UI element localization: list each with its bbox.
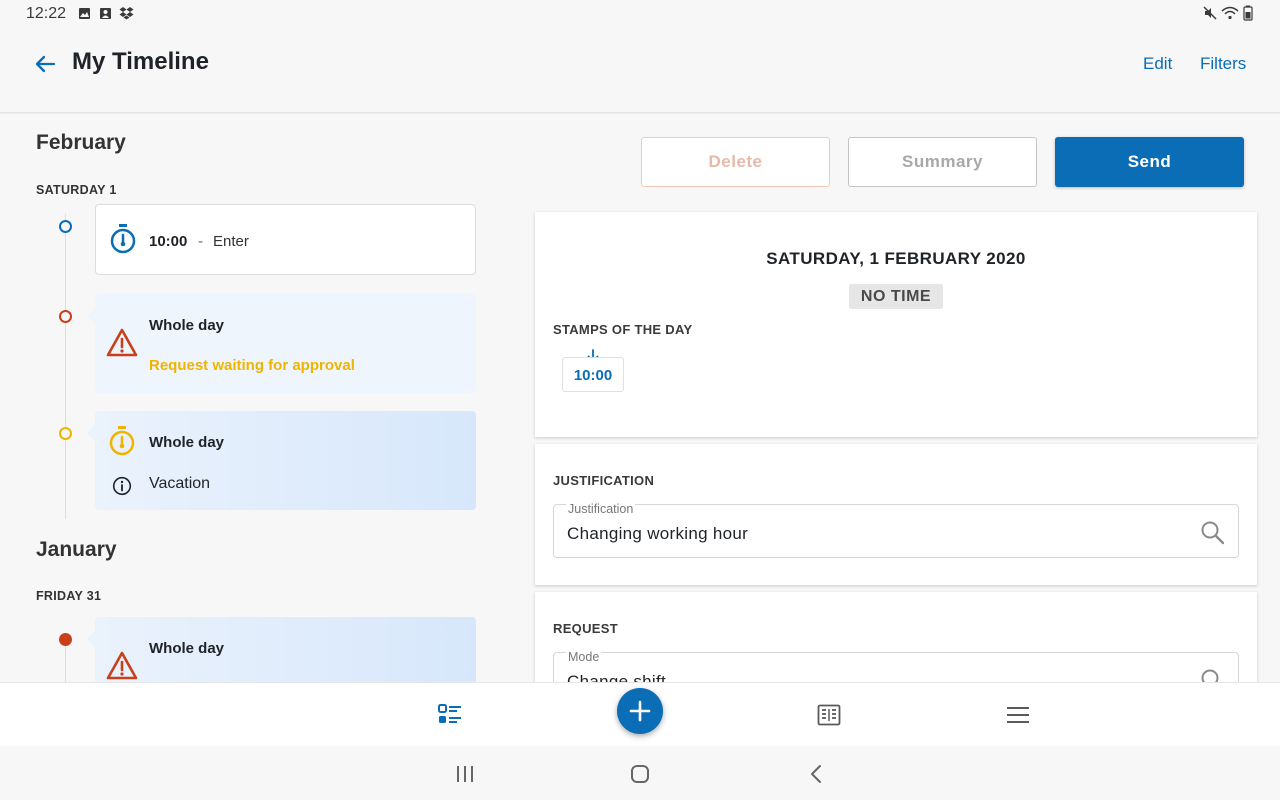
timeline-dot — [59, 310, 72, 323]
main-content: February SATURDAY 1 10:00 - Enter Whole … — [0, 114, 1280, 682]
card-pointer — [87, 631, 95, 647]
menu-icon[interactable] — [1006, 706, 1030, 724]
send-button[interactable]: Send — [1055, 137, 1244, 187]
justification-field-label: Justification — [566, 502, 636, 516]
warning-icon — [106, 651, 138, 680]
month-heading: January — [36, 538, 117, 561]
image-notification-icon — [79, 8, 90, 19]
entry-status: Request waiting for approval — [149, 357, 355, 374]
search-icon[interactable] — [1200, 520, 1226, 546]
entry-separator: - — [198, 233, 203, 250]
justification-value: Changing working hour — [567, 524, 749, 543]
back-arrow-icon[interactable] — [33, 52, 57, 76]
timeline-entry[interactable]: 10:00 - Enter — [95, 204, 476, 275]
add-button[interactable] — [617, 688, 663, 734]
mode-field[interactable]: Mode Change shift — [553, 650, 1239, 682]
stopwatch-icon — [109, 426, 135, 456]
timeline-line — [65, 214, 66, 519]
calendar-grid-icon[interactable] — [817, 704, 841, 726]
timeline-entry[interactable]: Whole day Request waiting for approval — [87, 294, 476, 393]
entry-title: Whole day — [149, 317, 225, 334]
timeline-list-icon[interactable] — [437, 703, 463, 727]
day-label: FRIDAY 31 — [36, 589, 102, 603]
justification-field[interactable]: Justification Changing working hour — [553, 502, 1239, 558]
warning-icon — [106, 328, 138, 357]
recent-apps-icon[interactable] — [455, 765, 475, 783]
entry-type: Enter — [213, 233, 249, 250]
dropbox-icon — [119, 7, 134, 20]
stamps-label: STAMPS OF THE DAY — [553, 322, 693, 337]
date-heading: SATURDAY, 1 FEBRUARY 2020 — [766, 249, 1026, 268]
system-navigation-bar — [0, 746, 1280, 800]
edit-button[interactable]: Edit — [1143, 54, 1172, 74]
stopwatch-icon — [110, 224, 136, 254]
plus-icon — [629, 700, 651, 722]
stamp-chip[interactable]: 10:00 — [562, 357, 624, 392]
search-icon[interactable] — [1200, 668, 1226, 682]
mode-field-label: Mode — [566, 650, 602, 664]
timeline-entry[interactable]: Whole day Vacation — [87, 411, 476, 510]
delete-button[interactable]: Delete — [641, 137, 830, 187]
mute-icon — [1203, 6, 1217, 20]
day-label: SATURDAY 1 — [36, 183, 117, 197]
justification-panel: JUSTIFICATION Justification Changing wor… — [535, 444, 1257, 585]
timeline-entry[interactable]: Whole day — [87, 617, 476, 682]
wifi-icon — [1221, 6, 1239, 20]
app-bar: My Timeline Edit Filters — [0, 28, 1280, 113]
request-section-label: REQUEST — [553, 621, 618, 636]
battery-icon — [1243, 5, 1253, 21]
entry-title: Whole day — [149, 434, 225, 451]
filters-button[interactable]: Filters — [1200, 54, 1246, 74]
justification-section-label: JUSTIFICATION — [553, 473, 655, 488]
entry-subtitle: Vacation — [149, 475, 211, 492]
entry-title: Whole day — [149, 640, 225, 657]
home-icon[interactable] — [630, 764, 650, 784]
card-pointer — [87, 425, 95, 441]
timeline-dot — [59, 427, 72, 440]
request-panel: REQUEST Mode Change shift — [535, 592, 1257, 682]
timeline-dot — [59, 633, 72, 646]
status-time: 12:22 — [26, 5, 67, 22]
bottom-navigation — [0, 682, 1280, 746]
status-bar: 12:22 — [0, 0, 1280, 28]
summary-button[interactable]: Summary — [848, 137, 1037, 187]
month-heading: February — [36, 131, 126, 154]
card-pointer — [87, 308, 95, 324]
no-time-badge: NO TIME — [849, 284, 943, 309]
mode-value: Change shift — [567, 672, 667, 682]
contact-notification-icon — [100, 8, 111, 19]
day-summary-panel: SATURDAY, 1 FEBRUARY 2020 NO TIME STAMPS… — [535, 212, 1257, 437]
entry-time: 10:00 — [149, 233, 188, 250]
info-icon — [112, 476, 132, 496]
page-title: My Timeline — [72, 48, 209, 75]
system-back-icon[interactable] — [809, 764, 823, 784]
timeline-dot — [59, 220, 72, 233]
